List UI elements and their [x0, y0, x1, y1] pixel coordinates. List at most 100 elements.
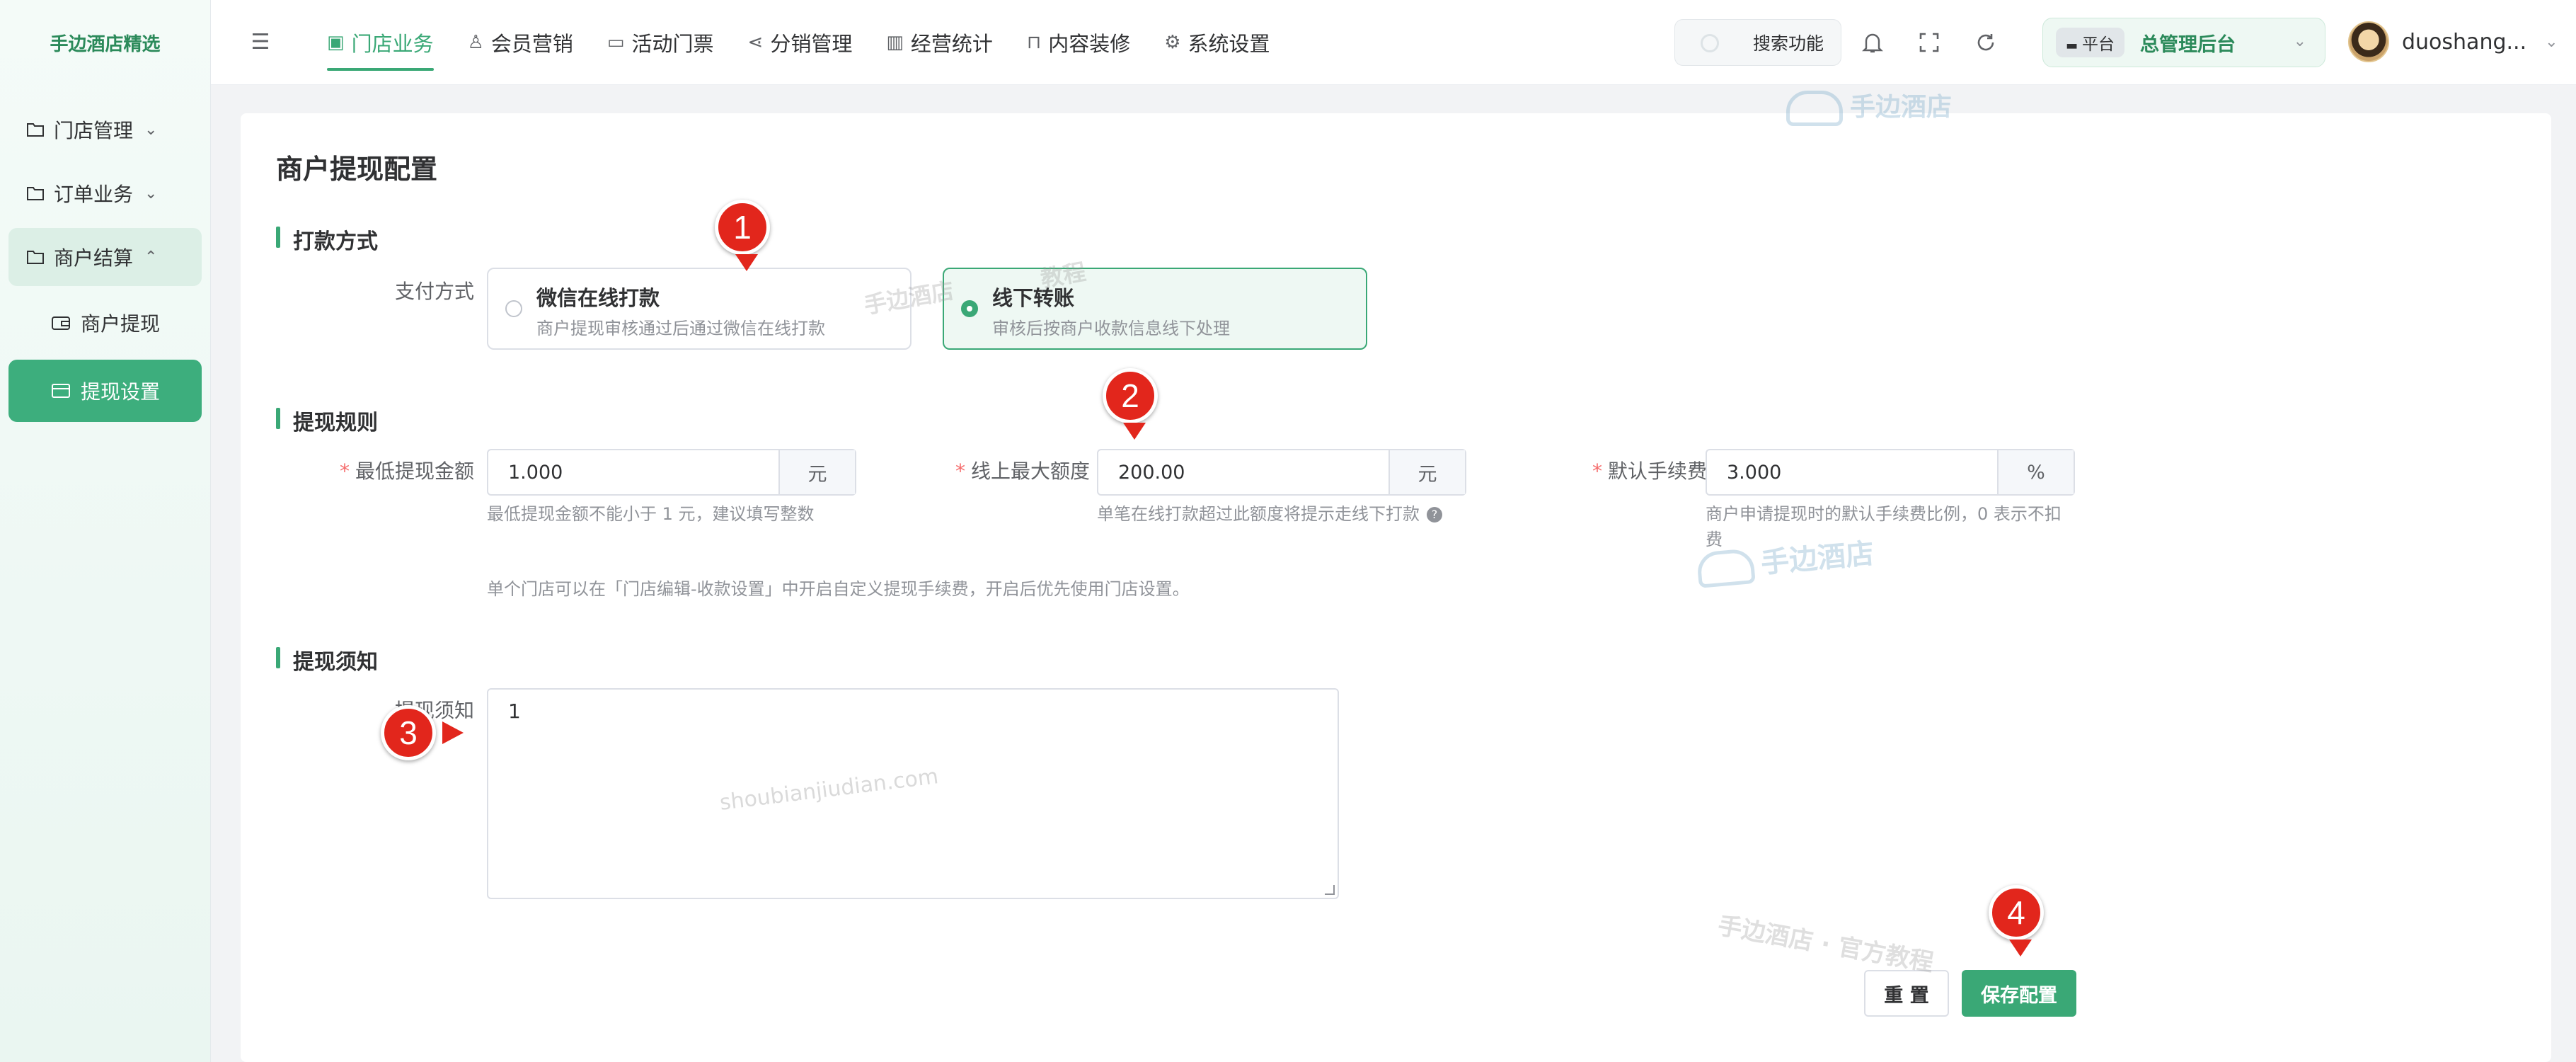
bar-chart-icon: ▥ — [886, 31, 904, 53]
max-online-hint-text: 单笔在线打款超过此额度将提示走线下打款 — [1097, 504, 1420, 524]
folder-icon — [25, 249, 45, 266]
sidebar-item-label: 商户结算 — [54, 246, 134, 270]
brush-icon: ⊓ — [1026, 31, 1042, 53]
store-fee-note: 单个门店可以在「门店编辑-收款设置」中开启自定义提现手续费，开启后优先使用门店设… — [487, 579, 1190, 599]
default-fee-hint-line2: 费 — [1706, 530, 1723, 549]
tab-label: 分销管理 — [770, 31, 853, 56]
min-amount-field[interactable]: 1.000 元 — [487, 449, 856, 496]
option-desc: 审核后按商户收款信息线下处理 — [992, 319, 1230, 338]
tab-member-marketing[interactable]: ♙ 会员营销 — [451, 0, 590, 85]
tab-decoration[interactable]: ⊓ 内容装修 — [1010, 0, 1147, 85]
sidebar-item-label: 订单业务 — [54, 183, 134, 206]
max-online-hint: 单笔在线打款超过此额度将提示走线下打款? — [1097, 501, 1442, 527]
max-online-unit: 元 — [1388, 450, 1465, 494]
payment-option-wechat[interactable]: 微信在线打款 商户提现审核通过后通过微信在线打款 — [487, 268, 912, 350]
min-amount-label: * 最低提现金额 — [339, 459, 474, 483]
default-fee-field[interactable]: 3.000 % — [1706, 449, 2075, 496]
max-online-field[interactable]: 200.00 元 — [1097, 449, 1466, 496]
bell-icon[interactable] — [1856, 25, 1890, 59]
tab-label: 经营统计 — [910, 31, 993, 56]
user-menu[interactable]: duoshang... ⌄ — [2348, 21, 2558, 62]
sidebar-item-order-business[interactable]: 订单业务 ⌄ — [8, 164, 202, 222]
default-fee-input[interactable]: 3.000 — [1707, 450, 1997, 494]
max-online-label-text: 线上最大额度 — [970, 459, 1090, 483]
store-icon: ▣ — [327, 31, 345, 53]
step-marker-4: 4 — [1989, 885, 2044, 957]
min-amount-unit: 元 — [778, 450, 855, 494]
chevron-down-icon: ⌄ — [2293, 33, 2306, 50]
default-fee-hint: 商户申请提现时的默认手续费比例，0 表示不扣费 — [1706, 501, 2075, 552]
avatar — [2348, 21, 2389, 62]
max-online-label: * 线上最大额度 — [955, 459, 1090, 483]
help-icon[interactable]: ? — [1427, 507, 1442, 523]
tab-event-tickets[interactable]: ▭ 活动门票 — [590, 0, 731, 85]
chevron-down-icon: ⌄ — [144, 120, 158, 139]
share-icon: ⋖ — [747, 31, 764, 53]
tab-label: 活动门票 — [631, 31, 714, 56]
tab-label: 会员营销 — [490, 31, 573, 56]
folder-icon — [25, 185, 45, 202]
search-icon — [1701, 34, 1719, 52]
chevron-down-icon: ⌄ — [2545, 33, 2558, 51]
folder-icon — [25, 121, 45, 138]
option-title: 线下转账 — [992, 286, 1075, 310]
resize-handle[interactable] — [1325, 885, 1335, 895]
chevron-up-icon: ⌃ — [144, 248, 158, 266]
default-fee-unit: % — [1997, 450, 2074, 494]
step-marker-1: 1 — [715, 200, 770, 271]
sidebar-item-merchant-settlement[interactable]: 商户结算 ⌃ — [8, 228, 202, 286]
option-desc: 商户提现审核通过后通过微信在线打款 — [536, 319, 825, 338]
option-title: 微信在线打款 — [536, 286, 660, 310]
page-title: 商户提现配置 — [276, 154, 438, 185]
sidebar-subitem-label: 提现设置 — [81, 380, 161, 404]
step-marker-2: 2 — [1103, 368, 1158, 440]
section-title-rules: 提现规则 — [276, 405, 378, 436]
tab-label: 内容装修 — [1048, 31, 1131, 56]
tab-statistics[interactable]: ▥ 经营统计 — [869, 0, 1010, 85]
user-icon: ♙ — [467, 31, 484, 53]
brand-name: 手边酒店精选 — [50, 33, 161, 55]
notice-textarea[interactable]: 1 — [487, 688, 1339, 899]
sidebar-item-label: 门店管理 — [54, 119, 134, 142]
tab-label: 门店业务 — [351, 31, 434, 56]
search-button[interactable]: 搜索功能 — [1674, 19, 1841, 66]
platform-tag-label: 平台 — [2082, 35, 2115, 54]
sidebar-subitem-merchant-withdrawal[interactable]: 商户提现 — [8, 292, 202, 354]
settings-card: 商户提现配置 打款方式 支付方式 微信在线打款 商户提现审核通过后通过微信在线打… — [241, 113, 2551, 1062]
sidebar-subitem-withdrawal-settings[interactable]: 提现设置 — [8, 360, 202, 422]
username: duoshang... — [2402, 29, 2527, 55]
collapse-menu-icon[interactable]: ☰ — [239, 21, 282, 64]
reset-button[interactable]: 重 置 — [1864, 970, 1949, 1017]
min-amount-hint: 最低提现金额不能小于 1 元，建议填写整数 — [487, 504, 815, 524]
sidebar-subitem-label: 商户提现 — [81, 312, 161, 336]
section-title-notice: 提现须知 — [276, 644, 378, 675]
payment-option-offline[interactable]: 线下转账 审核后按商户收款信息线下处理 — [943, 268, 1367, 350]
top-nav: ▣ 门店业务 ♙ 会员营销 ▭ 活动门票 ⋖ 分销管理 ▥ 经营统计 ⊓ 内容装修 ⚙ 系统设… — [310, 0, 1287, 85]
default-fee-hint-line1: 商户申请提现时的默认手续费比例，0 表示不扣 — [1706, 504, 2062, 524]
min-amount-input[interactable]: 1.000 — [488, 450, 778, 494]
radio-button[interactable] — [961, 300, 978, 317]
default-fee-label: * 默认手续费 — [1592, 459, 1707, 483]
max-online-input[interactable]: 200.00 — [1098, 450, 1388, 494]
tab-store-business[interactable]: ▣ 门店业务 — [310, 0, 451, 85]
platform-tag: ▬ 平台 — [2056, 28, 2125, 57]
sidebar-item-store-management[interactable]: 门店管理 ⌄ — [8, 101, 202, 159]
gear-icon: ⚙ — [1164, 31, 1181, 53]
wallet-icon — [51, 314, 72, 331]
fullscreen-icon[interactable] — [1912, 25, 1946, 59]
default-fee-label-text: 默认手续费 — [1607, 459, 1707, 483]
payment-method-label: 支付方式 — [394, 280, 474, 303]
ticket-icon: ▭ — [606, 31, 625, 53]
platform-switcher[interactable]: ▬ 平台 总管理后台 ⌄ — [2042, 18, 2325, 67]
tab-label: 系统设置 — [1188, 31, 1270, 56]
sidebar: 手边酒店精选 门店管理 ⌄ 订单业务 ⌄ 商户结算 ⌃ 商户提现 提现设置 — [0, 0, 211, 1062]
min-amount-label-text: 最低提现金额 — [355, 459, 474, 483]
step-marker-3: 3 — [381, 705, 464, 760]
save-config-button[interactable]: 保存配置 — [1962, 970, 2076, 1017]
radio-button[interactable] — [505, 300, 522, 317]
notice-text: 1 — [508, 700, 521, 723]
section-title-payment: 打款方式 — [276, 224, 378, 255]
tab-system-settings[interactable]: ⚙ 系统设置 — [1147, 0, 1287, 85]
refresh-icon[interactable] — [1969, 25, 2003, 59]
tab-distribution[interactable]: ⋖ 分销管理 — [731, 0, 870, 85]
